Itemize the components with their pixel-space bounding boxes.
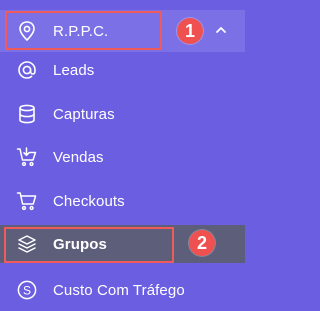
sidebar-item-label: Checkouts bbox=[53, 192, 125, 210]
chevron-up-icon[interactable] bbox=[213, 22, 229, 38]
at-sign-icon bbox=[16, 59, 38, 81]
sidebar-item-label: Capturas bbox=[53, 105, 115, 123]
cart-download-icon bbox=[16, 146, 38, 168]
dollar-circle-icon: S bbox=[16, 279, 38, 301]
sidebar-item-label: Vendas bbox=[53, 148, 104, 166]
sidebar-item-custo-com-trafego[interactable]: S Custo Com Tráfego bbox=[0, 270, 245, 310]
highlight-box-rppc bbox=[5, 11, 162, 50]
sidebar-menu: R.P.P.C. Leads Capturas Vendas Checkouts… bbox=[0, 0, 245, 311]
database-icon bbox=[16, 103, 38, 125]
sidebar-item-checkouts[interactable]: Checkouts bbox=[0, 181, 245, 221]
sidebar-item-vendas[interactable]: Vendas bbox=[0, 137, 245, 177]
step-badge-1: 1 bbox=[177, 18, 203, 44]
sidebar-item-capturas[interactable]: Capturas bbox=[0, 94, 245, 134]
highlight-box-grupos bbox=[4, 227, 174, 263]
sidebar-item-leads[interactable]: Leads bbox=[0, 50, 245, 90]
shopping-cart-icon bbox=[16, 190, 38, 212]
sidebar-item-label: Custo Com Tráfego bbox=[53, 281, 185, 299]
sidebar-item-label: Leads bbox=[53, 61, 95, 79]
svg-text:S: S bbox=[23, 283, 31, 297]
step-badge-2: 2 bbox=[189, 230, 215, 256]
